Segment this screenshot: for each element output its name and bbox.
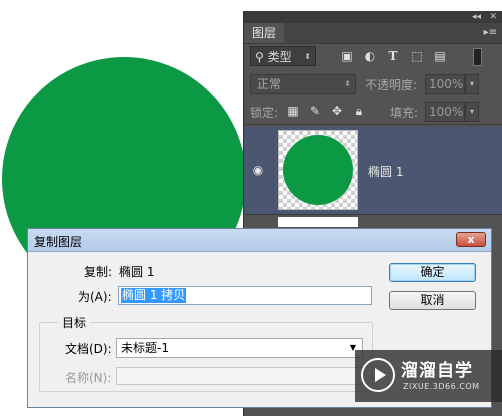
cancel-button[interactable]: 取消 <box>389 291 476 310</box>
search-icon: ⚲ <box>255 50 264 64</box>
name-input <box>116 367 363 385</box>
smart-object-filter-icon[interactable]: ▤ <box>433 49 447 63</box>
as-label: 为(A): <box>78 290 112 304</box>
layer-row[interactable]: ◉ 椭圆 1 <box>244 127 502 215</box>
layer-thumbnail <box>278 130 358 210</box>
dialog-title-bar[interactable]: 复制图层 x <box>28 229 491 252</box>
fill-input[interactable]: 100% <box>425 102 465 122</box>
lock-brush-icon[interactable]: ✎ <box>308 104 322 118</box>
collapse-icon[interactable]: ◂◂ <box>472 11 481 23</box>
as-name-value: 椭圆 1 拷贝 <box>121 288 187 303</box>
shape-filter-icon[interactable]: ⬚ <box>410 49 424 63</box>
thumbnail-shape <box>283 135 353 205</box>
destination-group-title: 目标 <box>58 314 91 331</box>
filter-type-select[interactable]: ⚲ 类型 ⬍ <box>250 46 316 66</box>
lock-transparent-icon[interactable]: ▦ <box>286 104 300 118</box>
filter-row: ⚲ 类型 ⬍ ▣ ◐ T ⬚ ▤ <box>244 44 502 70</box>
filter-type-label: 类型 <box>267 50 292 64</box>
lock-label: 锁定: <box>250 106 279 120</box>
name-label: 名称(N): <box>65 371 112 385</box>
duplicate-value: 椭圆 1 <box>119 265 155 279</box>
spinner-arrows-icon: ⬍ <box>344 79 351 88</box>
ok-button[interactable]: 确定 <box>389 263 476 282</box>
blend-mode-select[interactable]: 正常 ⬍ <box>250 74 356 94</box>
filter-toggle-icon[interactable] <box>473 48 482 66</box>
adjustment-filter-icon[interactable]: ◐ <box>363 49 377 63</box>
fill-label: 填充: <box>390 106 419 120</box>
watermark-url: ZIXUE.3D66.COM <box>403 382 480 391</box>
tab-layers[interactable]: 图层 <box>244 23 285 43</box>
close-icon[interactable]: ✕ <box>489 11 497 23</box>
layer-row-partial[interactable] <box>278 217 358 227</box>
blend-mode-value: 正常 <box>257 77 282 91</box>
opacity-input[interactable]: 100% <box>425 74 465 94</box>
type-filter-icon[interactable]: T <box>386 49 400 63</box>
document-select[interactable]: 未标题-1 ▼ <box>116 338 363 358</box>
watermark-title: 溜溜自学 <box>401 361 473 381</box>
dialog-close-button[interactable]: x <box>456 232 486 247</box>
opacity-dropdown-button[interactable]: ▾ <box>465 74 479 94</box>
panel-menu-icon[interactable]: ▸≡ <box>484 27 497 38</box>
panel-tab-row: 图层 ▸≡ <box>244 23 502 44</box>
lock-all-icon[interactable]: 🔒︎ <box>352 104 366 118</box>
opacity-label: 不透明度: <box>365 78 418 92</box>
spinner-arrows-icon: ⬍ <box>304 52 311 61</box>
panel-topbar: ◂◂ ✕ <box>244 11 502 23</box>
watermark: 溜溜自学 ZIXUE.3D66.COM <box>355 350 502 402</box>
document-value: 未标题-1 <box>121 341 169 355</box>
layer-name[interactable]: 椭圆 1 <box>368 163 403 180</box>
play-logo-icon <box>361 358 395 392</box>
lock-row: 锁定: ▦ ✎ ✥ 🔒︎ 填充: 100% ▾ <box>244 100 502 125</box>
duplicate-label: 复制: <box>84 265 113 279</box>
lock-move-icon[interactable]: ✥ <box>330 104 344 118</box>
dialog-title: 复制图层 <box>34 235 83 249</box>
image-filter-icon[interactable]: ▣ <box>340 49 354 63</box>
blend-row: 正常 ⬍ 不透明度: 100% ▾ <box>244 72 502 96</box>
fill-dropdown-button[interactable]: ▾ <box>465 102 479 122</box>
eye-icon[interactable]: ◉ <box>250 163 266 177</box>
document-label: 文档(D): <box>65 342 112 356</box>
as-name-input[interactable]: 椭圆 1 拷贝 <box>118 286 372 305</box>
